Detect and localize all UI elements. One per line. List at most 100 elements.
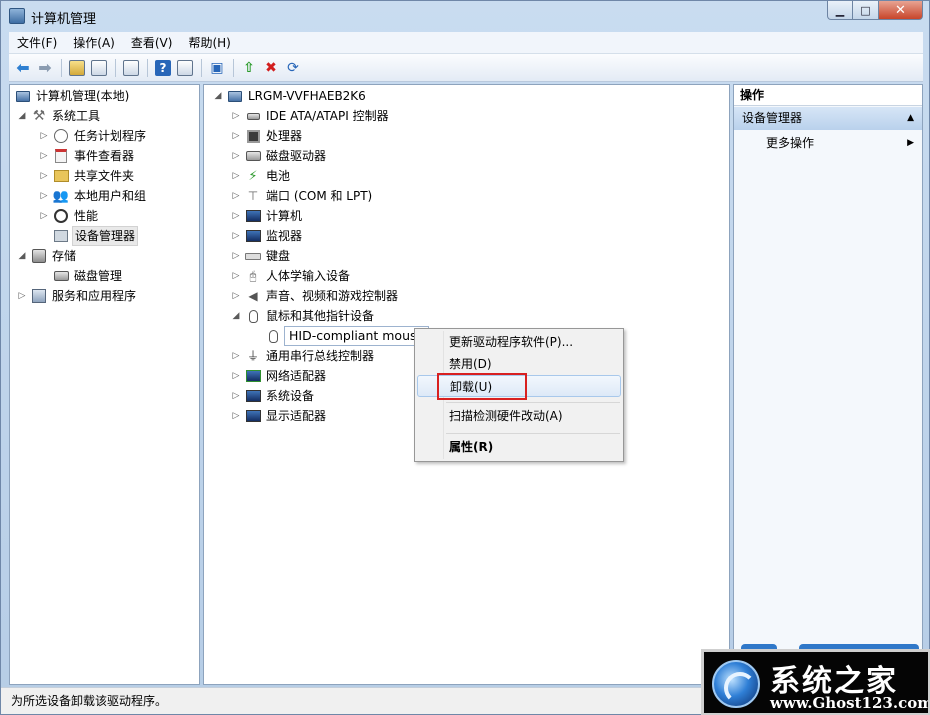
title-bar[interactable]: 计算机管理 ▁ □ ✕ [1, 1, 929, 31]
computer-name: LRGM-VVFHAEB2K6 [248, 89, 366, 103]
expand-arrow-icon[interactable]: ▷ [230, 411, 242, 421]
maximize-button[interactable]: □ [853, 1, 879, 20]
expand-arrow-icon[interactable]: ▷ [230, 351, 242, 361]
close-button[interactable]: ✕ [879, 1, 923, 20]
scan-hardware-button-left[interactable]: ▣ [207, 58, 227, 78]
device-category-disk-drives[interactable]: ▷ 磁盘驱动器 [230, 146, 328, 166]
expand-arrow-icon[interactable]: ▷ [230, 251, 242, 261]
tree-item-storage[interactable]: ◢ 存储 [16, 246, 78, 266]
menu-help[interactable]: 帮助(H) [180, 33, 238, 53]
scan-hardware-button[interactable]: ⟳ [283, 58, 303, 78]
expand-arrow-icon[interactable]: ▷ [230, 111, 242, 121]
uninstall-button[interactable]: ✖ [261, 58, 281, 78]
tree-item-performance[interactable]: ▷ 性能 [38, 206, 100, 226]
collapse-arrow-icon[interactable]: ◢ [16, 251, 28, 261]
collapse-up-icon[interactable]: ▲ [907, 107, 914, 130]
device-category-keyboards[interactable]: ▷ 键盘 [230, 246, 292, 266]
back-button[interactable]: ⬅ [13, 58, 33, 78]
device-category-sound[interactable]: ▷ ◀ 声音、视频和游戏控制器 [230, 286, 400, 306]
tree-item-shared-folders[interactable]: ▷ 共享文件夹 [38, 166, 136, 186]
device-category-hid[interactable]: ▷ 🖰 人体学输入设备 [230, 266, 352, 286]
help-icon: ? [155, 60, 171, 76]
device-category-display[interactable]: ▷ 显示适配器 [230, 406, 328, 426]
properties-button[interactable] [121, 58, 141, 78]
device-category-label: 处理器 [266, 129, 303, 143]
expand-arrow-icon[interactable]: ▷ [230, 131, 242, 141]
uninstall-highlight-box [437, 373, 527, 400]
show-hide-tree-button[interactable] [89, 58, 109, 78]
device-category-computer[interactable]: ▷ 计算机 [230, 206, 304, 226]
expand-arrow-icon[interactable]: ▷ [230, 191, 242, 201]
device-category-system[interactable]: ▷ 系统设备 [230, 386, 316, 406]
ctx-properties[interactable]: 属性(R) [417, 436, 621, 458]
ctx-update-driver[interactable]: 更新驱动程序软件(P)... [417, 331, 621, 353]
expand-arrow-icon[interactable]: ▷ [230, 271, 242, 281]
show-action-pane-button[interactable] [175, 58, 195, 78]
device-category-usb[interactable]: ▷ ⏚ 通用串行总线控制器 [230, 346, 376, 366]
menu-action[interactable]: 操作(A) [65, 33, 123, 53]
event-viewer-icon [53, 148, 69, 164]
device-category-battery[interactable]: ▷ ⚡ 电池 [230, 166, 292, 186]
expand-arrow-icon[interactable]: ▷ [230, 391, 242, 401]
actions-pane: 操作 设备管理器 ▲ 更多操作 ▶ [733, 84, 923, 685]
forward-button[interactable]: ➡ [35, 58, 55, 78]
tree-item-local-users[interactable]: ▷ 👥 本地用户和组 [38, 186, 148, 206]
computer-icon [245, 208, 261, 224]
device-hid-mouse[interactable]: HID-compliant mouse [250, 326, 430, 346]
shared-folders-icon [53, 168, 69, 184]
expand-arrow-icon[interactable]: ▷ [230, 151, 242, 161]
menu-file[interactable]: 文件(F) [9, 33, 65, 53]
device-category-monitors[interactable]: ▷ 监视器 [230, 226, 304, 246]
expand-arrow-icon[interactable]: ▷ [16, 291, 28, 301]
help-button[interactable]: ? [153, 58, 173, 78]
tree-item-device-manager[interactable]: 设备管理器 [38, 226, 139, 246]
tree-item-label: 事件查看器 [74, 149, 135, 163]
tree-item-services-apps[interactable]: ▷ 服务和应用程序 [16, 286, 138, 306]
expand-arrow-icon[interactable]: ▷ [38, 211, 50, 221]
device-category-ports[interactable]: ▷ ⊤ 端口 (COM 和 LPT) [230, 186, 374, 206]
tree-item-computer-management[interactable]: 计算机管理(本地) [12, 86, 131, 106]
more-actions-item[interactable]: 更多操作 ▶ [734, 133, 922, 153]
system-tools-icon: ⚒ [32, 108, 46, 124]
status-text: 为所选设备卸载该驱动程序。 [11, 694, 168, 708]
tree-item-label: 性能 [74, 209, 99, 223]
update-driver-button[interactable]: ⇧ [239, 58, 259, 78]
device-tree-root[interactable]: ◢ LRGM-VVFHAEB2K6 [212, 86, 368, 106]
actions-group-device-manager[interactable]: 设备管理器 ▲ [734, 107, 922, 130]
collapse-arrow-icon[interactable]: ◢ [16, 111, 28, 121]
expand-arrow-icon[interactable]: ▷ [230, 371, 242, 381]
back-arrow-icon: ⬅ [16, 58, 30, 77]
expand-arrow-icon[interactable]: ▷ [38, 131, 50, 141]
ctx-disable[interactable]: 禁用(D) [417, 353, 621, 375]
tree-item-system-tools[interactable]: ◢ ⚒ 系统工具 [16, 106, 102, 126]
storage-icon [31, 248, 47, 264]
services-apps-icon [31, 288, 47, 304]
device-category-network[interactable]: ▷ 网络适配器 [230, 366, 328, 386]
expand-arrow-icon[interactable]: ▷ [38, 171, 50, 181]
console-tree-icon [91, 60, 107, 76]
expand-arrow-icon[interactable]: ▷ [38, 191, 50, 201]
display-adapter-icon [245, 408, 261, 424]
menu-view[interactable]: 查看(V) [123, 33, 181, 53]
ctx-scan-hardware[interactable]: 扫描检测硬件改动(A) [417, 405, 621, 427]
update-driver-icon: ⇧ [243, 60, 255, 76]
expand-arrow-icon[interactable]: ▷ [230, 231, 242, 241]
expand-arrow-icon[interactable]: ▷ [38, 151, 50, 161]
tree-item-label: 磁盘管理 [74, 269, 123, 283]
folder-up-icon [69, 60, 85, 76]
device-category-mice[interactable]: ◢ 鼠标和其他指针设备 [230, 306, 376, 326]
collapse-arrow-icon[interactable]: ◢ [212, 91, 224, 101]
expand-arrow-icon[interactable]: ▷ [230, 211, 242, 221]
minimize-button[interactable]: ▁ [827, 1, 853, 20]
tree-item-label: 系统工具 [52, 109, 101, 123]
tree-item-event-viewer[interactable]: ▷ 事件查看器 [38, 146, 136, 166]
expand-arrow-icon[interactable]: ▷ [230, 171, 242, 181]
expand-arrow-icon[interactable]: ▷ [230, 291, 242, 301]
up-level-button[interactable] [67, 58, 87, 78]
tree-item-task-scheduler[interactable]: ▷ 任务计划程序 [38, 126, 148, 146]
usb-icon: ⏚ [246, 349, 259, 363]
device-category-processor[interactable]: ▷ 处理器 [230, 126, 304, 146]
device-category-ide[interactable]: ▷ IDE ATA/ATAPI 控制器 [230, 106, 391, 126]
tree-item-disk-management[interactable]: 磁盘管理 [38, 266, 124, 286]
collapse-arrow-icon[interactable]: ◢ [230, 311, 242, 321]
